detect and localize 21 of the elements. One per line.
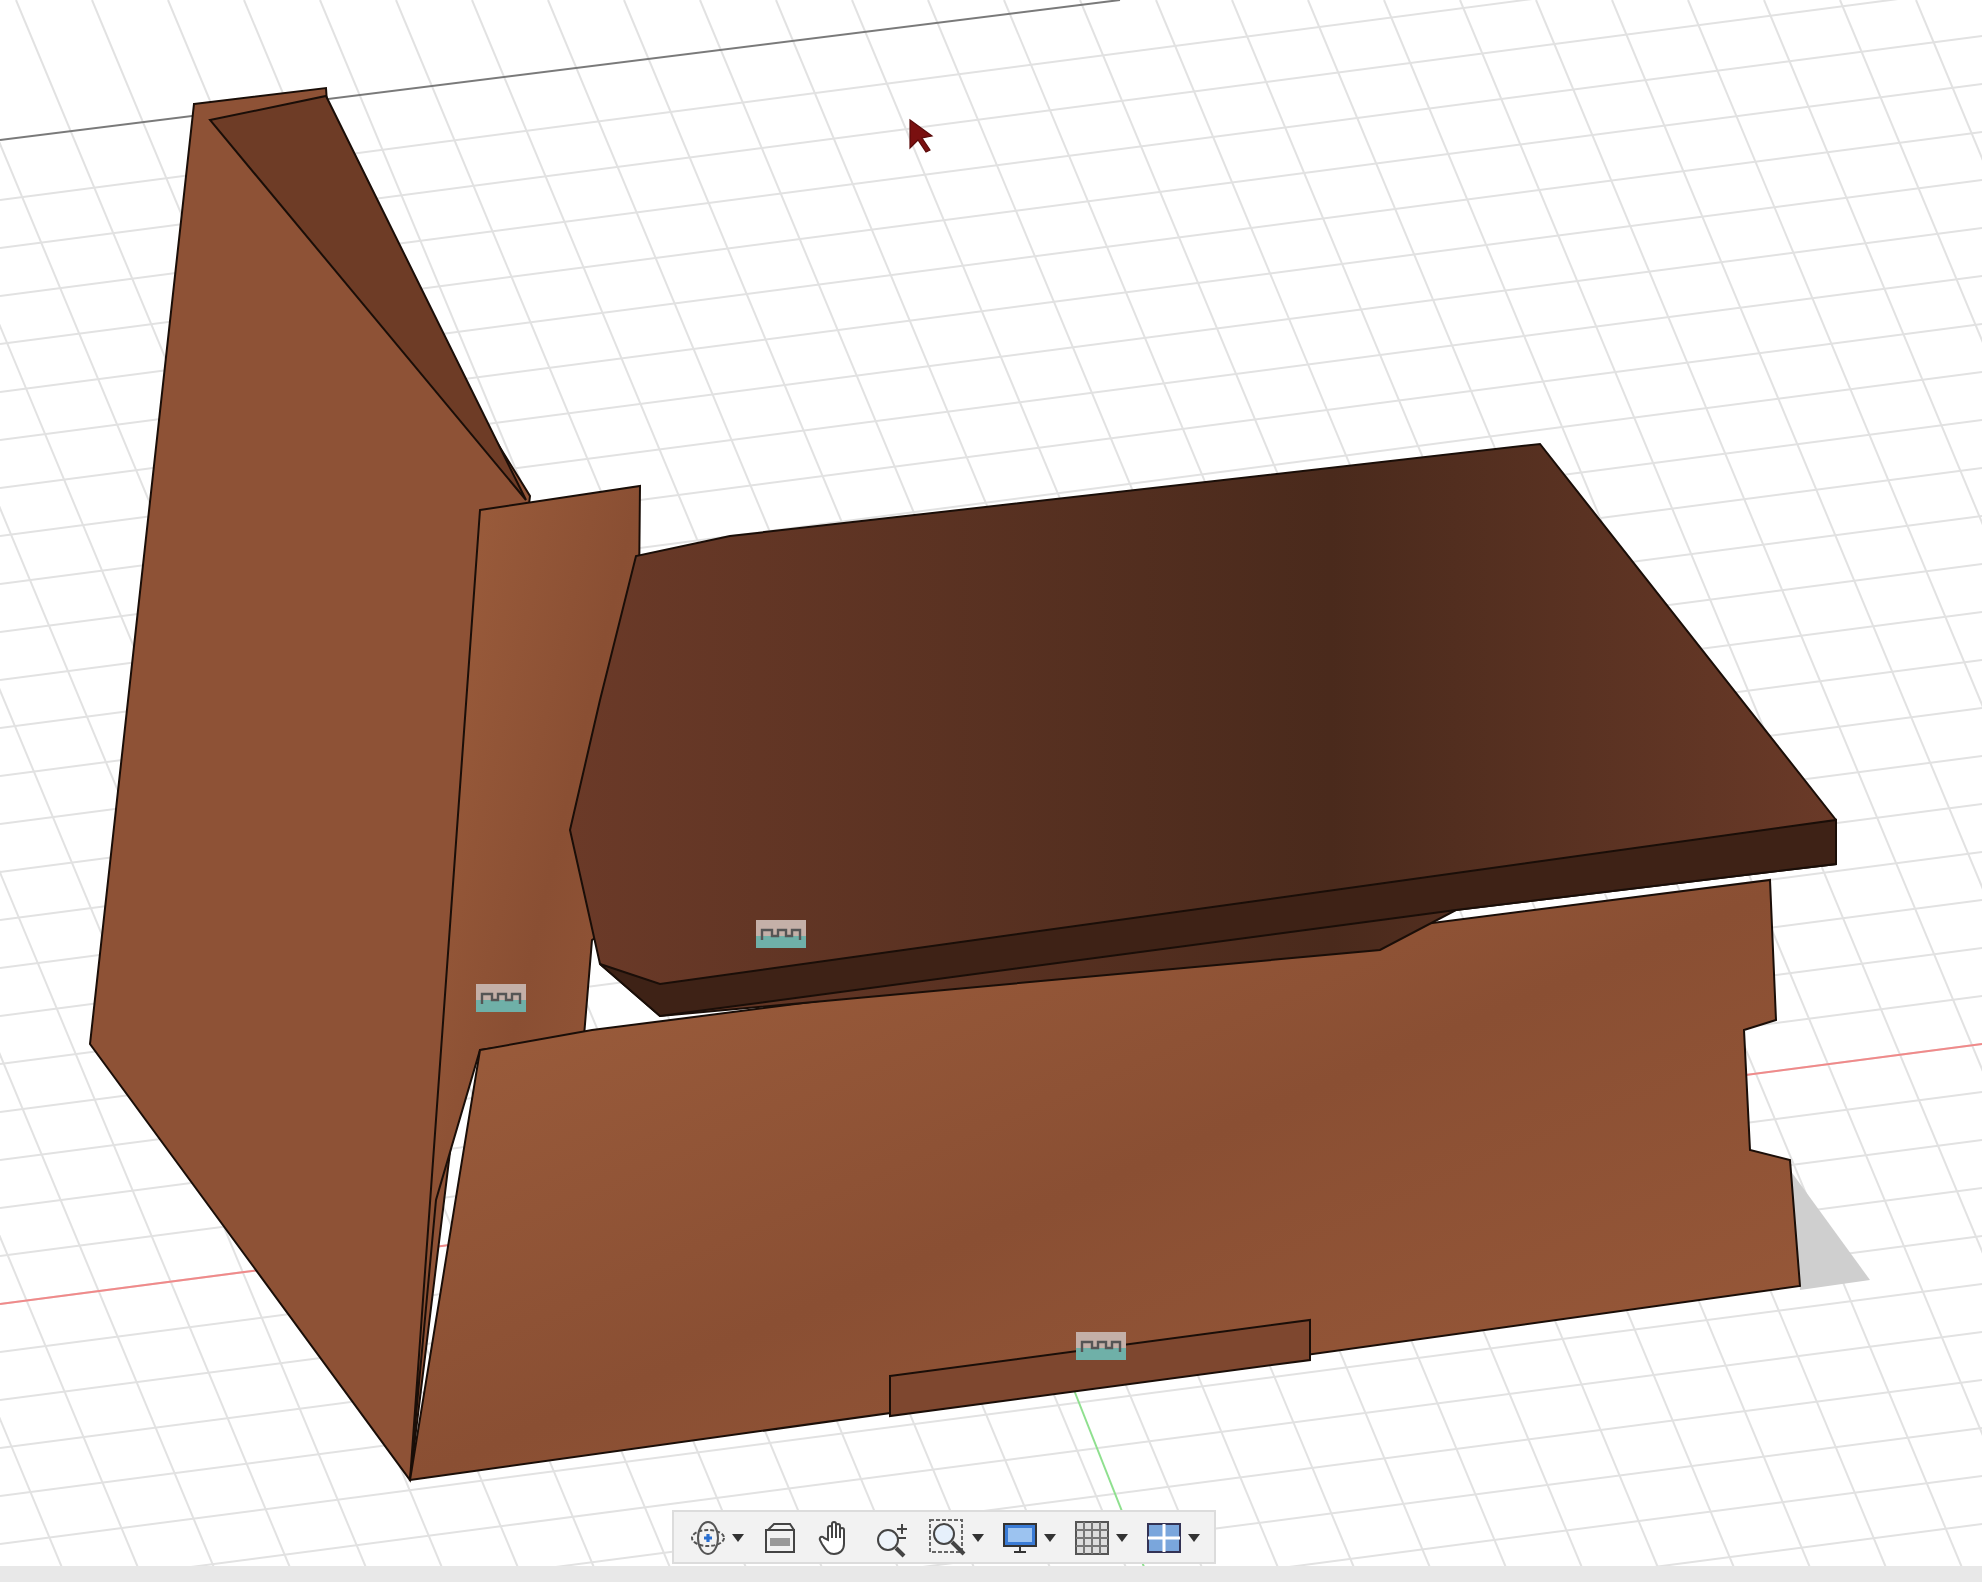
screen-icon	[760, 1517, 800, 1557]
grid-icon	[1072, 1517, 1112, 1557]
joint-icon[interactable]	[476, 984, 526, 1012]
viewports-icon	[1144, 1517, 1184, 1557]
caret-icon	[972, 1533, 984, 1541]
caret-icon	[1116, 1533, 1128, 1541]
shadow	[1790, 1170, 1870, 1290]
joint-icon[interactable]	[756, 920, 806, 948]
caret-icon	[732, 1533, 744, 1541]
grid-button[interactable]	[1070, 1515, 1130, 1559]
wooden-box-drawing[interactable]	[88, 86, 1837, 1483]
caret-icon	[1188, 1533, 1200, 1541]
zoom-window-button[interactable]	[926, 1515, 986, 1559]
orbit-button[interactable]	[686, 1515, 746, 1559]
zoom-window-icon	[928, 1517, 968, 1557]
viewport[interactable]	[0, 0, 1982, 1582]
orbit-icon	[688, 1517, 728, 1557]
monitor-icon	[1000, 1517, 1040, 1557]
joint-icon[interactable]	[1076, 1332, 1126, 1360]
cursor-icon	[909, 118, 934, 153]
caret-icon	[1044, 1533, 1056, 1541]
